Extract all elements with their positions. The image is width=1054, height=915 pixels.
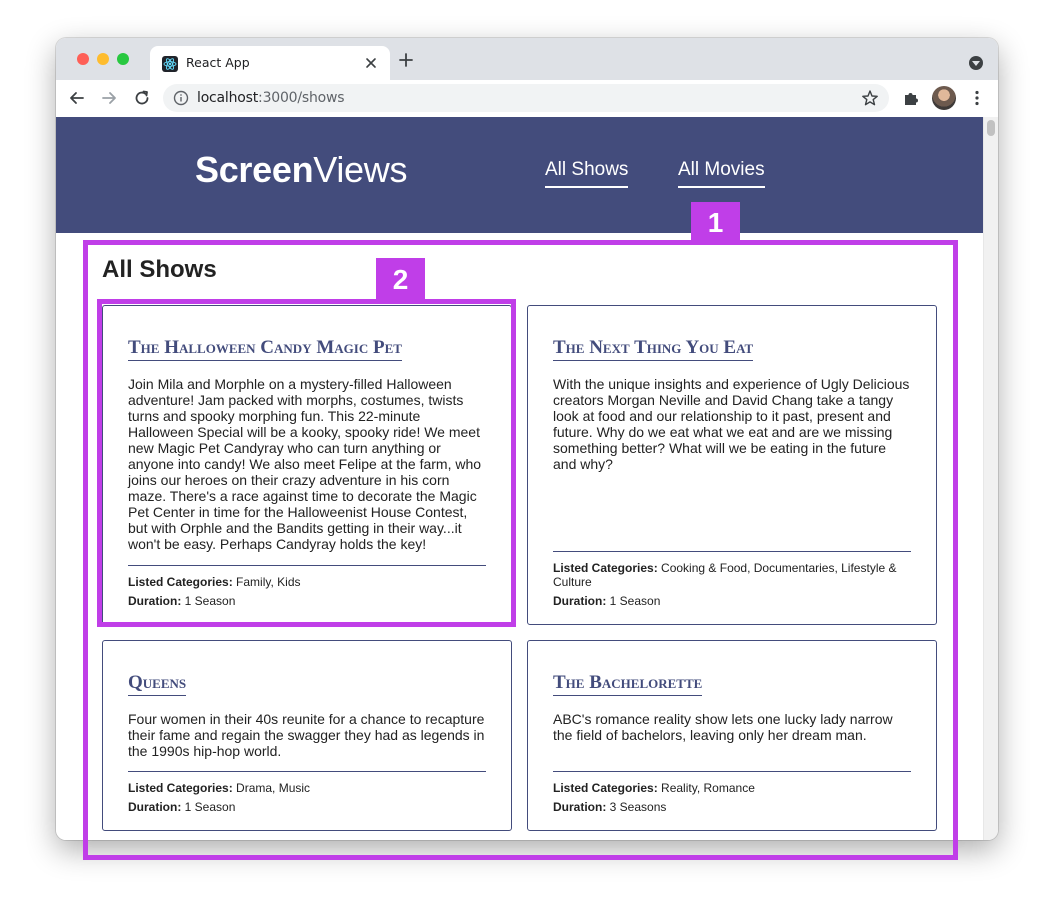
- show-meta: Listed Categories: Family, Kids Duration…: [128, 565, 486, 613]
- annotation-badge-2: 2: [376, 258, 425, 302]
- browser-window: React App localhost:3000/shows ScreenVie…: [56, 38, 998, 840]
- duration-value: 3 Seasons: [609, 800, 667, 814]
- react-icon: [162, 56, 178, 72]
- duration-value: 1 Season: [184, 800, 236, 814]
- show-categories: Listed Categories: Reality, Romance: [553, 781, 911, 795]
- categories-value: Reality, Romance: [661, 781, 755, 795]
- logo-bold-text: Screen: [195, 149, 314, 190]
- url-path: :3000/shows: [258, 90, 345, 106]
- show-description: With the unique insights and experience …: [553, 376, 910, 472]
- show-duration: Duration: 1 Season: [553, 594, 911, 608]
- extensions-puzzle-icon[interactable]: [902, 89, 920, 107]
- annotation-badge-1: 1: [691, 202, 740, 244]
- page-title: All Shows: [102, 256, 217, 283]
- browser-toolbar: localhost:3000/shows: [56, 80, 998, 118]
- duration-value: 1 Season: [609, 594, 661, 608]
- show-meta: Listed Categories: Drama, Music Duration…: [128, 771, 486, 819]
- page-viewport: ScreenViews All Shows All Movies All Sho…: [56, 117, 983, 840]
- show-description: Join Mila and Morphle on a mystery-fille…: [128, 376, 482, 552]
- minimize-window-button[interactable]: [97, 53, 109, 65]
- profile-avatar[interactable]: [932, 86, 956, 110]
- address-bar[interactable]: localhost:3000/shows: [163, 84, 889, 112]
- duration-label: Duration:: [553, 594, 607, 608]
- tab-title: React App: [186, 55, 250, 70]
- back-arrow-icon[interactable]: [68, 89, 86, 107]
- show-description: ABC's romance reality show lets one luck…: [553, 711, 893, 743]
- site-header: ScreenViews All Shows All Movies: [56, 117, 983, 233]
- nav-link-all-movies[interactable]: All Movies: [678, 159, 765, 188]
- duration-value: 1 Season: [184, 594, 236, 608]
- show-meta: Listed Categories: Reality, Romance Dura…: [553, 771, 911, 819]
- nav-link-all-shows[interactable]: All Shows: [545, 159, 629, 188]
- tab-strip: React App: [56, 38, 998, 80]
- more-menu-icon[interactable]: [968, 89, 986, 107]
- duration-label: Duration:: [128, 594, 182, 608]
- show-card: The Bachelorette ABC's romance reality s…: [527, 640, 937, 831]
- show-card: The Next Thing You Eat With the unique i…: [527, 305, 937, 625]
- browser-tab[interactable]: React App: [150, 46, 390, 80]
- scrollbar-thumb[interactable]: [987, 120, 995, 136]
- info-icon[interactable]: [173, 90, 189, 106]
- show-title[interactable]: The Bachelorette: [553, 672, 703, 696]
- url-host: localhost: [197, 90, 259, 106]
- show-categories: Listed Categories: Family, Kids: [128, 575, 486, 589]
- categories-label: Listed Categories:: [128, 781, 233, 795]
- categories-label: Listed Categories:: [553, 561, 658, 575]
- duration-label: Duration:: [553, 800, 607, 814]
- logo-light-text: Views: [313, 149, 408, 190]
- categories-label: Listed Categories:: [553, 781, 658, 795]
- reload-icon[interactable]: [133, 89, 151, 107]
- duration-label: Duration:: [128, 800, 182, 814]
- show-categories: Listed Categories: Drama, Music: [128, 781, 486, 795]
- site-logo[interactable]: ScreenViews: [195, 149, 407, 191]
- close-window-button[interactable]: [77, 53, 89, 65]
- show-title[interactable]: The Halloween Candy Magic Pet: [128, 337, 402, 361]
- show-meta: Listed Categories: Cooking & Food, Docum…: [553, 551, 911, 613]
- categories-value: Drama, Music: [236, 781, 311, 795]
- new-tab-icon[interactable]: [399, 53, 413, 67]
- zoom-window-button[interactable]: [117, 53, 129, 65]
- show-title[interactable]: Queens: [128, 672, 187, 696]
- close-icon[interactable]: [362, 54, 380, 72]
- show-card: Queens Four women in their 40s reunite f…: [102, 640, 512, 831]
- show-title[interactable]: The Next Thing You Eat: [553, 337, 754, 361]
- show-card: The Halloween Candy Magic Pet Join Mila …: [102, 305, 512, 625]
- show-duration: Duration: 3 Seasons: [553, 800, 911, 814]
- page-scrollbar[interactable]: [983, 117, 998, 840]
- show-categories: Listed Categories: Cooking & Food, Docum…: [553, 561, 911, 589]
- shows-section: All Shows The Halloween Candy Magic Pet …: [56, 233, 983, 840]
- categories-value: Family, Kids: [236, 575, 301, 589]
- forward-arrow-icon[interactable]: [100, 89, 118, 107]
- url-text[interactable]: localhost:3000/shows: [197, 90, 345, 106]
- show-description: Four women in their 40s reunite for a ch…: [128, 711, 485, 759]
- tab-search-icon[interactable]: [969, 56, 983, 70]
- categories-label: Listed Categories:: [128, 575, 233, 589]
- show-duration: Duration: 1 Season: [128, 594, 486, 608]
- bookmark-star-icon[interactable]: [861, 89, 879, 107]
- show-duration: Duration: 1 Season: [128, 800, 486, 814]
